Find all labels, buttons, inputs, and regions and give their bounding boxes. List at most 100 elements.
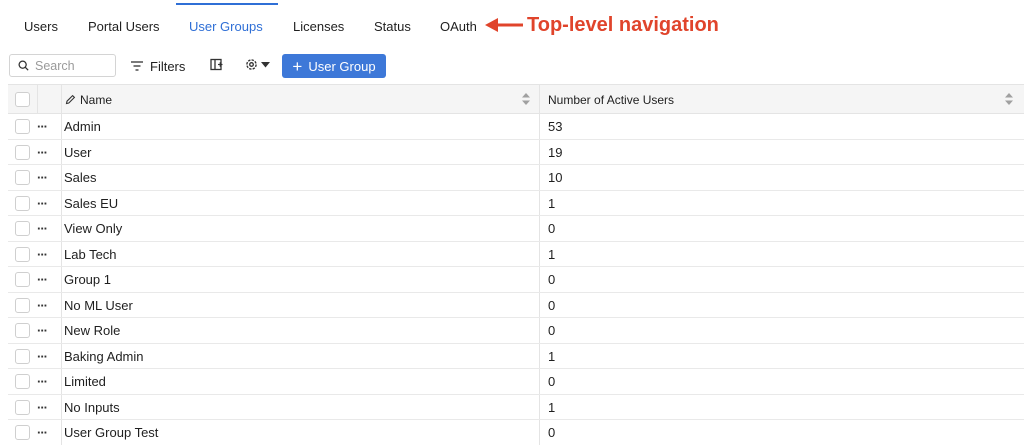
row-checkbox[interactable] xyxy=(15,246,30,262)
row-checkbox[interactable] xyxy=(15,170,30,185)
sort-icon[interactable] xyxy=(1005,93,1013,105)
row-actions-icon[interactable]: ··· xyxy=(37,420,48,445)
select-all-checkbox[interactable] xyxy=(15,92,30,107)
row-checkbox-cell xyxy=(15,395,30,420)
table-row[interactable]: ··· New Role 0 xyxy=(8,318,1024,344)
settings-dropdown[interactable] xyxy=(244,57,270,72)
top-navigation: Users Portal Users User Groups Licenses … xyxy=(0,0,1024,50)
active-user-count: 0 xyxy=(548,425,556,440)
active-users-column-label: Number of Active Users xyxy=(548,92,675,107)
row-checkbox[interactable] xyxy=(15,399,30,415)
group-name: Sales xyxy=(64,170,97,185)
table-row[interactable]: ··· Baking Admin 1 xyxy=(8,343,1024,369)
search-input[interactable] xyxy=(35,58,115,73)
table-row[interactable]: ··· Sales 10 xyxy=(8,165,1024,191)
column-divider xyxy=(61,241,62,266)
table-row[interactable]: ··· No ML User 0 xyxy=(8,292,1024,318)
column-divider xyxy=(539,343,540,368)
row-actions-icon[interactable]: ··· xyxy=(37,293,48,318)
sort-icon[interactable] xyxy=(522,93,530,105)
annotation-label: Top-level navigation xyxy=(527,13,719,36)
tab-user-groups[interactable]: User Groups xyxy=(189,19,263,34)
name-column-label: Name xyxy=(80,92,113,107)
header-divider xyxy=(539,85,540,113)
row-actions-icon[interactable]: ··· xyxy=(37,318,48,343)
add-user-group-button[interactable]: + User Group xyxy=(282,54,386,78)
group-name: No Inputs xyxy=(64,399,120,415)
name-column-header[interactable]: Name xyxy=(65,85,112,114)
active-user-count: 1 xyxy=(548,195,556,211)
filters-button[interactable]: Filters xyxy=(130,56,185,76)
row-checkbox[interactable] xyxy=(15,425,30,440)
row-actions-icon[interactable]: ··· xyxy=(37,242,48,267)
column-divider xyxy=(61,369,62,394)
row-actions-icon[interactable]: ··· xyxy=(37,140,48,165)
row-checkbox-cell xyxy=(15,318,30,343)
add-user-group-label: User Group xyxy=(308,58,376,74)
tab-status[interactable]: Status xyxy=(374,19,411,34)
table-row[interactable]: ··· View Only 0 xyxy=(8,216,1024,242)
group-name: Baking Admin xyxy=(64,348,144,364)
navigation-annotation: Top-level navigation xyxy=(485,10,719,40)
active-users-column-header[interactable]: Number of Active Users xyxy=(548,85,674,114)
row-checkbox-cell xyxy=(15,165,30,190)
row-actions-icon[interactable]: ··· xyxy=(37,191,48,216)
tab-oauth[interactable]: OAuth xyxy=(440,19,477,34)
row-checkbox-cell xyxy=(15,420,30,445)
table-body: ··· Admin 53 ··· User 19 ··· Sales 10 ··… xyxy=(8,114,1024,445)
row-checkbox[interactable] xyxy=(15,144,30,160)
group-name: New Role xyxy=(64,323,121,338)
row-checkbox[interactable] xyxy=(15,119,30,134)
table-row[interactable]: ··· Admin 53 xyxy=(8,114,1024,140)
table-row[interactable]: ··· User Group Test 0 xyxy=(8,420,1024,445)
table-row[interactable]: ··· Lab Tech 1 xyxy=(8,241,1024,267)
active-tab-indicator xyxy=(176,3,278,5)
active-user-count: 10 xyxy=(548,170,563,185)
column-divider xyxy=(539,318,540,343)
column-divider xyxy=(61,114,62,139)
active-user-count: 0 xyxy=(548,297,556,313)
pencil-icon xyxy=(65,94,76,105)
row-actions-icon[interactable]: ··· xyxy=(37,369,48,394)
column-divider xyxy=(61,292,62,317)
row-checkbox[interactable] xyxy=(15,221,30,236)
column-divider xyxy=(61,190,62,215)
table-row[interactable]: ··· Limited 0 xyxy=(8,369,1024,395)
tab-portal-users[interactable]: Portal Users xyxy=(88,19,160,34)
table-row[interactable]: ··· User 19 xyxy=(8,139,1024,165)
row-checkbox[interactable] xyxy=(15,323,30,338)
table-row[interactable]: ··· Sales EU 1 xyxy=(8,190,1024,216)
active-user-count: 1 xyxy=(548,348,556,364)
row-checkbox-cell xyxy=(15,369,30,394)
column-divider xyxy=(539,420,540,445)
column-divider xyxy=(61,267,62,292)
active-user-count: 0 xyxy=(548,374,556,389)
tab-users[interactable]: Users xyxy=(24,19,58,34)
row-actions-icon[interactable]: ··· xyxy=(37,114,48,139)
group-name: User Group Test xyxy=(64,425,159,440)
row-checkbox[interactable] xyxy=(15,297,30,313)
table-row[interactable]: ··· No Inputs 1 xyxy=(8,394,1024,420)
row-checkbox[interactable] xyxy=(15,374,30,389)
column-divider xyxy=(539,190,540,215)
left-arrow-icon xyxy=(485,18,523,32)
row-actions-icon[interactable]: ··· xyxy=(37,267,48,292)
row-actions-icon[interactable]: ··· xyxy=(37,344,48,369)
filters-label: Filters xyxy=(150,58,186,74)
row-checkbox-cell xyxy=(15,191,30,216)
column-divider xyxy=(539,114,540,139)
row-checkbox[interactable] xyxy=(15,272,30,287)
search-box[interactable] xyxy=(9,54,116,77)
row-actions-icon[interactable]: ··· xyxy=(37,395,48,420)
row-checkbox-cell xyxy=(15,267,30,292)
active-user-count: 1 xyxy=(548,246,556,262)
tab-licenses[interactable]: Licenses xyxy=(293,19,344,34)
row-checkbox[interactable] xyxy=(15,195,30,211)
row-actions-icon[interactable]: ··· xyxy=(37,165,48,190)
row-checkbox[interactable] xyxy=(15,348,30,364)
table-row[interactable]: ··· Group 1 0 xyxy=(8,267,1024,293)
row-actions-icon[interactable]: ··· xyxy=(37,216,48,241)
group-name: Lab Tech xyxy=(64,246,117,262)
column-divider xyxy=(539,267,540,292)
columns-button[interactable] xyxy=(210,58,223,76)
